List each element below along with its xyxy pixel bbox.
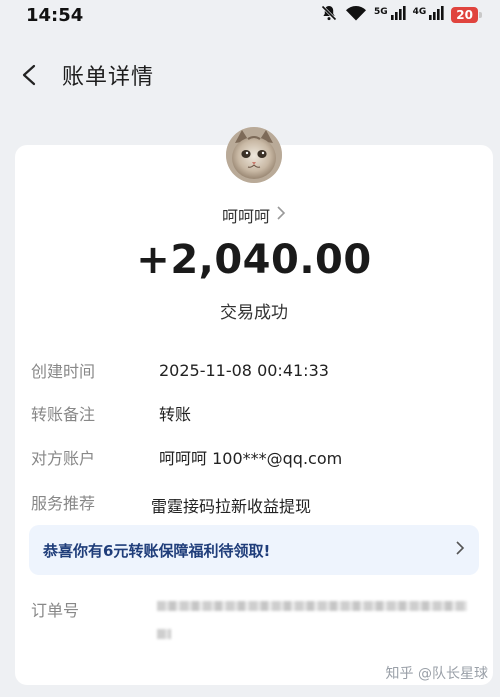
mute-icon bbox=[320, 4, 338, 26]
nav-bar: 账单详情 bbox=[0, 52, 500, 98]
detail-row-service: 服务推荐 雷霆接码拉新收益提现 bbox=[31, 487, 311, 517]
signal-4g-label: 4G bbox=[412, 7, 427, 17]
watermark: 知乎 @队长星球 bbox=[386, 663, 488, 683]
page-title: 账单详情 bbox=[62, 65, 155, 90]
payee-link[interactable]: 呵呵呵 bbox=[15, 203, 493, 227]
transaction-status: 交易成功 bbox=[220, 303, 288, 323]
banner-text: 恭喜你有6元转账保障福利待领取! bbox=[43, 541, 271, 560]
row-value: 2025-11-08 00:41:33 bbox=[159, 360, 329, 380]
chevron-right-icon bbox=[455, 540, 465, 561]
row-label: 订单号 bbox=[31, 601, 80, 620]
battery-icon: 20 bbox=[451, 7, 482, 23]
redacted-order-number bbox=[157, 629, 171, 639]
transfer-benefit-banner[interactable]: 恭喜你有6元转账保障福利待领取! bbox=[29, 525, 479, 575]
signal-5g-label: 5G bbox=[373, 7, 388, 17]
status-icons: 5G 4G 20 bbox=[320, 4, 482, 26]
back-button[interactable] bbox=[10, 55, 50, 95]
row-label: 服务推荐 bbox=[31, 494, 96, 513]
detail-row-created-time: 创建时间 2025-11-08 00:41:33 bbox=[31, 358, 329, 382]
chevron-right-icon bbox=[276, 206, 286, 224]
payee-name: 呵呵呵 bbox=[221, 207, 270, 226]
bill-detail-card: 呵呵呵 +2,040.00 交易成功 创建时间 2025-11-08 00:41… bbox=[15, 127, 493, 685]
signal-icon bbox=[428, 5, 444, 25]
row-label: 创建时间 bbox=[31, 362, 96, 381]
detail-row-order-number: 订单号 bbox=[31, 597, 159, 621]
status-bar: 14:54 5G 4G 20 bbox=[0, 0, 500, 30]
detail-row-counterparty: 对方账户 呵呵呵 100***@qq.com bbox=[31, 445, 342, 469]
transaction-amount: +2,040.00 bbox=[136, 237, 372, 283]
redacted-order-number bbox=[157, 601, 467, 611]
avatar[interactable] bbox=[226, 127, 282, 183]
wifi-icon bbox=[345, 5, 367, 25]
status-time: 14:54 bbox=[26, 4, 84, 26]
detail-row-remark: 转账备注 转账 bbox=[31, 401, 191, 425]
signal-icon bbox=[390, 5, 406, 25]
row-label: 转账备注 bbox=[31, 405, 96, 424]
watermark-text: 知乎 @队长星球 bbox=[385, 666, 488, 682]
row-label: 对方账户 bbox=[31, 449, 96, 468]
back-arrow-icon bbox=[22, 64, 36, 86]
row-value[interactable]: 呵呵呵 100***@qq.com bbox=[159, 445, 342, 469]
row-value: 转账 bbox=[159, 405, 192, 424]
promo-text: 雷霆接码拉新收益提现 bbox=[151, 499, 312, 516]
cat-avatar-icon bbox=[226, 127, 282, 183]
